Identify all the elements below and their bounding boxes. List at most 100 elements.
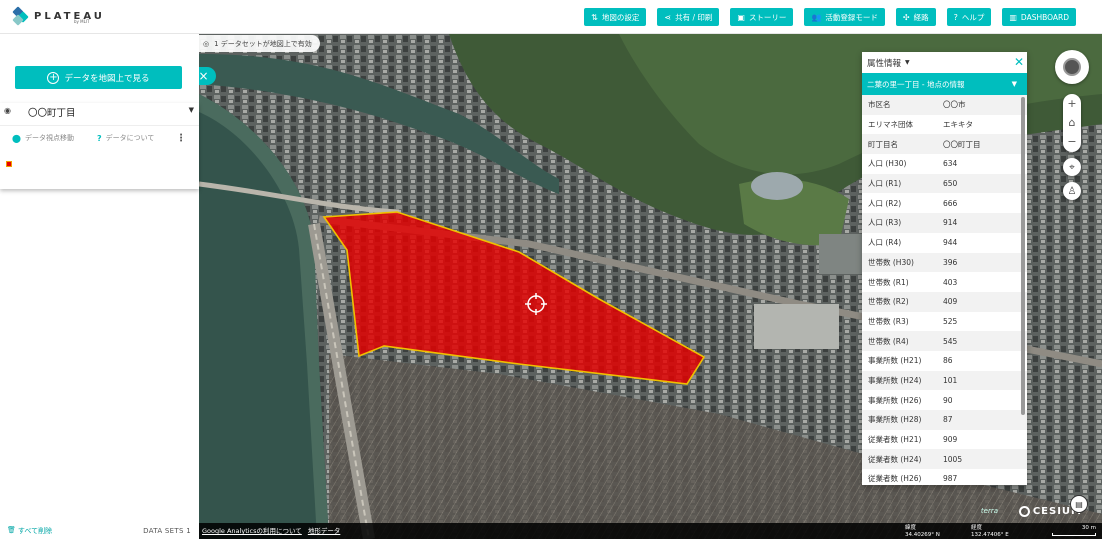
attribute-key: 事業所数 (H26) xyxy=(868,395,922,405)
attribute-row: 町丁目名 〇〇町丁目 xyxy=(862,134,1027,155)
attribute-row: 市区名 〇〇市 xyxy=(862,95,1027,115)
dataset-count: DATA SETS 1 xyxy=(143,527,191,535)
compass-control[interactable] xyxy=(1055,50,1089,84)
longitude-value: 132.47406° E xyxy=(971,531,1009,538)
view-data-on-map-button[interactable]: + データを地図上で見る xyxy=(15,66,182,89)
attribute-row: 事業所数 (H21) 86 xyxy=(862,351,1027,371)
attribute-key: エリマネ団体 xyxy=(868,120,913,130)
attribute-row: 世帯数 (R1) 403 xyxy=(862,272,1027,292)
pedestrian-icon: ♙ xyxy=(1067,185,1077,197)
nav-button-map-settings[interactable]: ⇅ 地図の設定 xyxy=(584,8,647,26)
map-credits-bar: Google Analyticsの利用について 地形データ 緯度 34.4026… xyxy=(199,523,1102,539)
attribute-key: 従業者数 (H21) xyxy=(868,435,922,445)
locate-icon: ⌖ xyxy=(1069,161,1075,173)
attribute-row: 世帯数 (R2) 409 xyxy=(862,291,1027,312)
attribute-row: 世帯数 (R3) 525 xyxy=(862,312,1027,332)
attribute-value: 〇〇町丁目 xyxy=(943,139,981,149)
route-icon: ✣ xyxy=(902,12,910,22)
attribute-row: 世帯数 (R4) 545 xyxy=(862,331,1027,351)
nav-button-dashboard[interactable]: ▥ DASHBOARD xyxy=(1002,8,1076,26)
attribute-value: 87 xyxy=(943,415,953,425)
attribute-row: 人口 (R4) 944 xyxy=(862,233,1027,253)
data-view-move-button[interactable]: ⬤ データ視点移動 xyxy=(12,133,74,143)
attribute-info-panel: 属性情報 ▼ ✕ 二葉の里一丁目 - 地点の情報 ▼ 市区名 〇〇市エリマネ団体エ… xyxy=(862,52,1027,485)
attribute-row: 人口 (R1) 650 xyxy=(862,173,1027,194)
map-settings-icon: ⇅ xyxy=(591,12,598,22)
attribute-value: 944 xyxy=(943,238,958,248)
nav-button-label: ストーリー xyxy=(748,12,787,22)
title-caret-icon: ▼ xyxy=(1011,80,1017,88)
nav-button-share[interactable]: ⋖ 共有 / 印刷 xyxy=(657,8,720,26)
about-data-label: データについて xyxy=(105,134,155,142)
logo-text: PLATEAU xyxy=(34,10,105,22)
about-data-button[interactable]: ? データについて xyxy=(97,133,154,143)
attribute-row: 従業者数 (H24) 1005 xyxy=(862,449,1027,470)
attribute-value: 634 xyxy=(943,159,958,169)
attribute-row: エリマネ団体 エキキタ xyxy=(862,115,1027,135)
attribute-value: 525 xyxy=(943,316,958,326)
attribute-key: 世帯数 (R4) xyxy=(868,336,909,346)
story-icon: ▣ xyxy=(737,12,745,22)
attribute-key: 人口 (R1) xyxy=(868,179,902,189)
attribute-value: 1005 xyxy=(943,454,963,464)
attribute-key: 人口 (R4) xyxy=(868,238,902,248)
attribute-key: 人口 (R3) xyxy=(868,218,902,228)
my-location-button[interactable]: ⌖ xyxy=(1063,158,1081,176)
layer-name[interactable]: 〇〇町丁目 xyxy=(28,105,76,119)
zoom-out-button[interactable]: − xyxy=(1063,132,1081,151)
nav-button-help[interactable]: ? ヘルプ xyxy=(946,8,992,26)
plateau-logo-icon xyxy=(12,6,29,26)
dashboard-icon: ▥ xyxy=(1009,12,1017,22)
attribute-key: 従業者数 (H26) xyxy=(868,474,922,484)
attribute-key: 人口 (H30) xyxy=(868,159,907,169)
feature-title: 二葉の里一丁目 - 地点の情報 xyxy=(867,79,965,89)
plus-circle-icon: + xyxy=(47,71,60,84)
attribute-row: 事業所数 (H28) 87 xyxy=(862,410,1027,430)
attribute-value: 90 xyxy=(943,395,953,405)
attribute-value: 396 xyxy=(943,257,958,267)
attribute-key: 世帯数 (R1) xyxy=(868,277,909,287)
home-button[interactable]: ⌂ xyxy=(1063,113,1081,132)
analytics-link[interactable]: Google Analyticsの利用について xyxy=(202,525,302,535)
nav-button-activity[interactable]: 👥 活動登録モード xyxy=(804,8,885,26)
attribute-row: 人口 (H30) 634 xyxy=(862,154,1027,174)
attribute-table: 市区名 〇〇市 エリマネ団体 エキキタ 町丁目名 〇〇町丁目 人口 (H30) 634 人口 (… xyxy=(862,95,1027,485)
info-panel-header[interactable]: 属性情報 ▼ xyxy=(862,52,1027,73)
cesium-ring-icon xyxy=(1018,506,1030,517)
terrain-data-link[interactable]: 地形データ xyxy=(308,525,341,535)
attribute-key: 人口 (R2) xyxy=(868,198,902,208)
attribute-value: 86 xyxy=(943,356,953,366)
attribute-value: 409 xyxy=(943,297,958,307)
plateau-logo[interactable]: PLATEAU xyxy=(12,6,105,26)
feature-title-dropdown[interactable]: 二葉の里一丁目 - 地点の情報 ▼ xyxy=(862,73,1027,95)
nav-button-story[interactable]: ▣ ストーリー xyxy=(730,8,794,26)
attribute-row: 事業所数 (H26) 90 xyxy=(862,390,1027,410)
header-nav: ⇅ 地図の設定 ⋖ 共有 / 印刷 ▣ ストーリー 👥 活動登録モード ✣ 経路 ? ヘルプ ▥ DASH… xyxy=(584,8,1076,26)
attribute-key: 世帯数 (H30) xyxy=(868,257,914,267)
layer-expand-caret-icon[interactable]: ▼ xyxy=(189,106,194,114)
trash-icon: 🗑 xyxy=(7,526,16,534)
latitude-readout: 緯度 34.40269° N xyxy=(905,525,940,538)
pedestrian-mode-button[interactable]: ♙ xyxy=(1063,182,1081,200)
scale-bar xyxy=(1052,533,1096,536)
clear-all-button[interactable]: 🗑 すべて削除 xyxy=(7,526,52,536)
feedback-button[interactable]: ▤ xyxy=(1070,495,1088,513)
nav-button-label: 地図の設定 xyxy=(601,12,640,22)
close-icon: × xyxy=(199,69,209,83)
zoom-in-button[interactable]: + xyxy=(1063,94,1081,113)
help-icon: ? xyxy=(953,12,958,22)
attribute-value: 403 xyxy=(943,277,958,287)
attribute-value: 650 xyxy=(943,179,958,189)
kebab-menu-icon[interactable]: ⋮ xyxy=(176,133,186,144)
active-dataset-text: 1 データセットが地図上で有効 xyxy=(214,39,312,48)
logo-subtitle: by MLIT xyxy=(74,19,90,24)
attribute-key: 市区名 xyxy=(868,100,891,110)
nav-button-route[interactable]: ✣ 経路 xyxy=(895,8,936,26)
attribute-value: 〇〇市 xyxy=(943,100,966,110)
attribute-value: 101 xyxy=(943,375,958,385)
longitude-readout: 経度 132.47406° E xyxy=(971,525,1009,538)
info-scrollbar[interactable] xyxy=(1021,97,1025,415)
eye-icon[interactable]: ◉ xyxy=(4,106,11,115)
info-close-button[interactable]: ✕ xyxy=(1014,55,1024,69)
attribute-row: 従業者数 (H26) 987 xyxy=(862,469,1027,485)
